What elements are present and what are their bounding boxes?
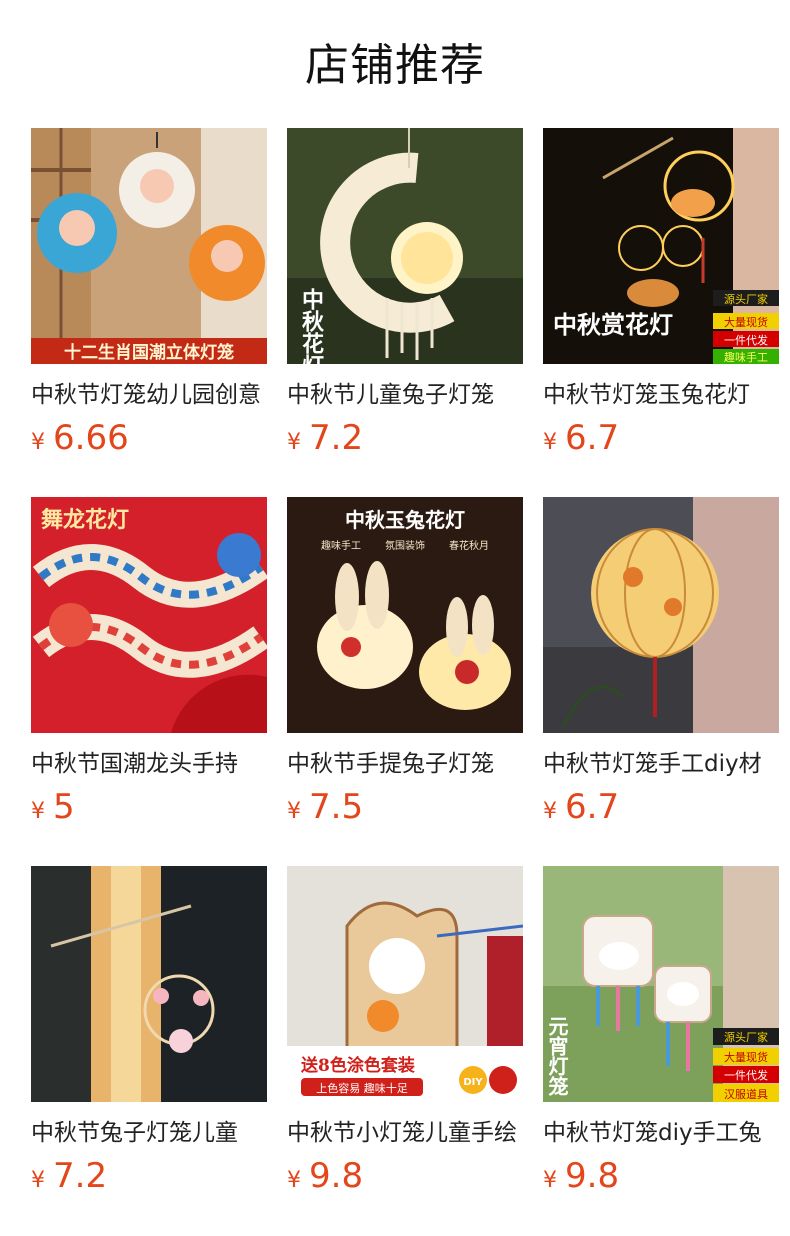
- feature-label: 氛围装饰: [385, 539, 425, 552]
- product-price: ¥9.8: [543, 1154, 619, 1198]
- image-caption: 中秋玉兔花灯: [345, 508, 465, 532]
- image-caption: 十二生肖国潮立体灯笼: [64, 342, 234, 363]
- product-title[interactable]: 中秋节灯笼玉兔花灯: [543, 378, 779, 412]
- image-caption: 中秋赏花灯: [553, 310, 673, 339]
- product-title[interactable]: 中秋节儿童兔子灯笼: [287, 378, 523, 412]
- tag-label: 一件代发: [724, 333, 768, 347]
- price-value: 6.7: [565, 418, 620, 458]
- product-title[interactable]: 中秋节灯笼幼儿园创意: [31, 378, 267, 412]
- price-value: 9.8: [309, 1156, 364, 1196]
- page-title: 店铺推荐: [305, 40, 485, 91]
- tag-label: 大量现货: [724, 1050, 768, 1064]
- price-value: 6.66: [53, 418, 129, 458]
- currency-symbol: ¥: [31, 430, 45, 455]
- product-image[interactable]: 中秋花灯: [287, 128, 523, 364]
- price-value: 6.7: [565, 787, 620, 827]
- tag-label: 汉服道具: [724, 1087, 768, 1101]
- product-card[interactable]: 中秋花灯 中秋节儿童兔子灯笼 ¥7.2: [287, 128, 523, 468]
- diy-badge: DIY: [463, 1077, 483, 1088]
- product-title[interactable]: 中秋节灯笼手工diy材: [543, 747, 779, 781]
- price-value: 5: [53, 787, 75, 827]
- price-value: 7.2: [53, 1156, 108, 1196]
- price-value: 7.2: [309, 418, 364, 458]
- product-price: ¥7.2: [287, 416, 363, 460]
- product-price: ¥7.2: [31, 1154, 107, 1198]
- product-price: ¥9.8: [287, 1154, 363, 1198]
- product-image[interactable]: 十二生肖国潮立体灯笼: [31, 128, 267, 364]
- feature-label: 趣味手工: [321, 539, 361, 552]
- product-title[interactable]: 中秋节兔子灯笼儿童: [31, 1116, 267, 1150]
- tag-label: 源头厂家: [724, 292, 768, 306]
- product-image[interactable]: 元宵灯笼 源头厂家 大量现货 一件代发 汉服道具: [543, 866, 779, 1102]
- tag-label: 一件代发: [724, 1068, 768, 1082]
- product-price: ¥6.7: [543, 785, 619, 829]
- image-caption: 舞龙花灯: [41, 507, 129, 533]
- product-price: ¥6.66: [31, 416, 129, 460]
- product-card[interactable]: 送8色涂色套装 上色容易 趣味十足 DIY 中秋节小灯笼儿童手绘 ¥9.8: [287, 866, 523, 1206]
- price-value: 7.5: [309, 787, 364, 827]
- product-card[interactable]: 中秋节兔子灯笼儿童 ¥7.2: [31, 866, 267, 1206]
- product-price: ¥6.7: [543, 416, 619, 460]
- product-image[interactable]: [31, 866, 267, 1102]
- product-card[interactable]: 中秋玉兔花灯 趣味手工 氛围装饰 春花秋月 中秋节手提兔子灯笼 ¥7.5: [287, 497, 523, 837]
- image-caption: 元宵灯笼: [545, 1016, 569, 1097]
- product-image[interactable]: 舞龙花灯: [31, 497, 267, 733]
- product-card[interactable]: 舞龙花灯 中秋节国潮龙头手持 ¥5: [31, 497, 267, 837]
- product-image[interactable]: 中秋玉兔花灯 趣味手工 氛围装饰 春花秋月: [287, 497, 523, 733]
- tag-label: 源头厂家: [724, 1030, 768, 1044]
- image-caption: 送8色涂色套装: [301, 1055, 415, 1076]
- tag-label: 趣味手工: [724, 350, 768, 364]
- product-card[interactable]: 十二生肖国潮立体灯笼 中秋节灯笼幼儿园创意 ¥6.66: [31, 128, 267, 468]
- product-title[interactable]: 中秋节手提兔子灯笼: [287, 747, 523, 781]
- product-image[interactable]: 送8色涂色套装 上色容易 趣味十足 DIY: [287, 866, 523, 1102]
- product-price: ¥5: [31, 785, 75, 829]
- image-caption: 中秋花灯: [298, 288, 324, 364]
- product-card[interactable]: 中秋节灯笼手工diy材 ¥6.7: [543, 497, 779, 837]
- price-value: 9.8: [565, 1156, 620, 1196]
- feature-label: 春花秋月: [449, 539, 489, 552]
- currency-symbol: ¥: [31, 1168, 45, 1193]
- currency-symbol: ¥: [543, 430, 557, 455]
- product-title[interactable]: 中秋节灯笼diy手工兔: [543, 1116, 779, 1150]
- currency-symbol: ¥: [287, 430, 301, 455]
- product-price: ¥7.5: [287, 785, 363, 829]
- image-subline: 上色容易 趣味十足: [316, 1081, 408, 1095]
- currency-symbol: ¥: [543, 1168, 557, 1193]
- currency-symbol: ¥: [287, 799, 301, 824]
- currency-symbol: ¥: [31, 799, 45, 824]
- product-title[interactable]: 中秋节国潮龙头手持: [31, 747, 267, 781]
- product-card[interactable]: 中秋赏花灯 源头厂家 大量现货 一件代发 趣味手工 中秋节灯笼玉兔花灯 ¥6.7: [543, 128, 779, 468]
- currency-symbol: ¥: [287, 1168, 301, 1193]
- tag-label: 大量现货: [724, 315, 768, 329]
- product-title[interactable]: 中秋节小灯笼儿童手绘: [287, 1116, 523, 1150]
- product-image[interactable]: 中秋赏花灯 源头厂家 大量现货 一件代发 趣味手工: [543, 128, 779, 364]
- currency-symbol: ¥: [543, 799, 557, 824]
- product-image[interactable]: [543, 497, 779, 733]
- product-card[interactable]: 元宵灯笼 源头厂家 大量现货 一件代发 汉服道具 中秋节灯笼diy手工兔 ¥9.…: [543, 866, 779, 1206]
